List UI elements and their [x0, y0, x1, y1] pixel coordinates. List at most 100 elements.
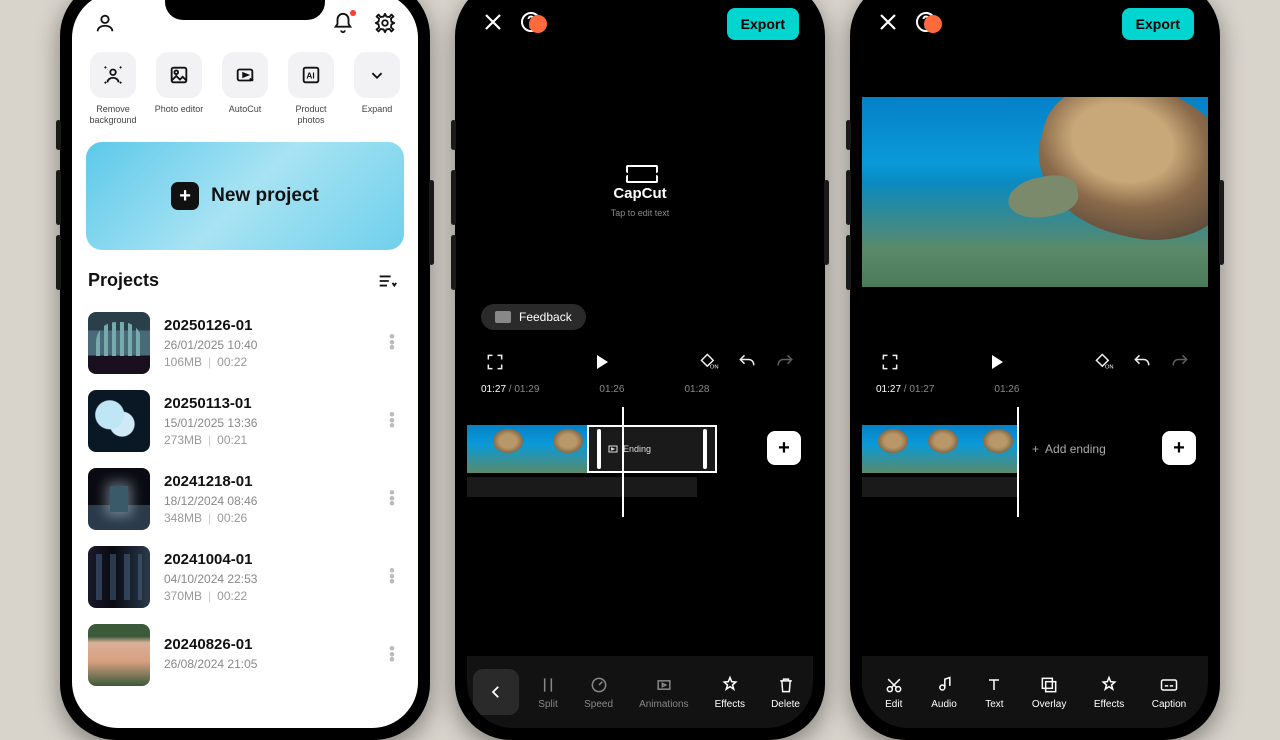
- tool-caption[interactable]: Caption: [1152, 675, 1186, 710]
- project-size: 370MB|00:22: [164, 589, 368, 603]
- profile-icon[interactable]: [90, 8, 120, 38]
- timeline-clip[interactable]: [467, 425, 527, 473]
- keyframe-icon[interactable]: ON: [699, 352, 719, 372]
- project-size: 273MB|00:21: [164, 433, 368, 447]
- project-date: 26/08/2024 21:05: [164, 657, 368, 671]
- project-item[interactable]: 20250126-01 26/01/2025 10:40 106MB|00:22…: [88, 304, 402, 382]
- settings-icon[interactable]: [370, 8, 400, 38]
- project-item[interactable]: 20250113-01 15/01/2025 13:36 273MB|00:21…: [88, 382, 402, 460]
- redo-icon[interactable]: [775, 352, 795, 372]
- preview-area[interactable]: [862, 42, 1208, 342]
- plus-icon: +: [171, 182, 199, 210]
- project-item[interactable]: 20241004-01 04/10/2024 22:53 370MB|00:22…: [88, 538, 402, 616]
- export-button[interactable]: Export: [727, 8, 799, 40]
- phone-editor-selected: Export CapCut Tap to edit text Feedback …: [455, 0, 825, 740]
- export-button[interactable]: Export: [1122, 8, 1194, 40]
- plus-icon: +: [1032, 442, 1039, 456]
- project-item[interactable]: 20240826-01 26/08/2024 21:05 • • •: [88, 616, 402, 694]
- preview-area[interactable]: CapCut Tap to edit text Feedback: [467, 42, 813, 342]
- tools-row: Remove background Photo editor AutoCut A…: [72, 40, 418, 126]
- tool-split[interactable]: Split: [538, 675, 558, 710]
- timeline-clip[interactable]: [862, 425, 912, 473]
- notifications-icon[interactable]: [328, 8, 358, 38]
- fullscreen-icon[interactable]: [485, 352, 505, 372]
- playback-controls: ON: [862, 342, 1208, 382]
- timeline-audio-track[interactable]: [862, 477, 1017, 497]
- capcut-logo-icon: [626, 167, 654, 181]
- timeline-clip-selected[interactable]: Ending: [587, 425, 717, 473]
- project-thumbnail: [88, 546, 150, 608]
- tool-autocut[interactable]: AutoCut: [216, 52, 274, 126]
- tool-edit[interactable]: Edit: [884, 675, 904, 710]
- play-button[interactable]: [597, 355, 608, 369]
- more-icon[interactable]: • • •: [382, 334, 402, 350]
- trim-handle-right[interactable]: [703, 429, 707, 469]
- more-icon[interactable]: • • •: [382, 568, 402, 584]
- project-title: 20241004-01: [164, 551, 368, 568]
- more-icon[interactable]: • • •: [382, 412, 402, 428]
- timeline-clip[interactable]: [912, 425, 962, 473]
- tool-photo-editor[interactable]: Photo editor: [150, 52, 208, 126]
- new-project-label: New project: [211, 185, 319, 207]
- bottom-toolbar: Edit Audio Text Overlay Effects Caption: [862, 656, 1208, 728]
- tool-expand[interactable]: Expand: [348, 52, 406, 126]
- new-project-button[interactable]: + New project: [86, 142, 404, 250]
- project-thumbnail: [88, 468, 150, 530]
- tool-speed[interactable]: Speed: [584, 675, 613, 710]
- tool-delete[interactable]: Delete: [771, 675, 800, 710]
- timeline[interactable]: + Add ending +: [862, 397, 1208, 517]
- sort-icon[interactable]: [372, 266, 402, 296]
- timeline-clip[interactable]: [962, 425, 1017, 473]
- keyframe-icon[interactable]: ON: [1094, 352, 1114, 372]
- tool-audio[interactable]: Audio: [931, 675, 957, 710]
- playhead[interactable]: [1017, 407, 1019, 517]
- fullscreen-icon[interactable]: [880, 352, 900, 372]
- project-title: 20240826-01: [164, 636, 368, 653]
- time-ruler: 01:27 / 01:29 01:26 01:28: [467, 382, 813, 397]
- tool-label: Product photos: [282, 104, 340, 126]
- tool-remove-background[interactable]: Remove background: [84, 52, 142, 126]
- add-clip-button[interactable]: +: [1162, 431, 1196, 465]
- project-title: 20241218-01: [164, 473, 368, 490]
- clip-label: Ending: [623, 444, 651, 454]
- project-size: 106MB|00:22: [164, 355, 368, 369]
- play-button[interactable]: [992, 355, 1003, 369]
- close-icon[interactable]: [876, 10, 900, 39]
- close-icon[interactable]: [481, 10, 505, 39]
- project-item[interactable]: 20241218-01 18/12/2024 08:46 348MB|00:26…: [88, 460, 402, 538]
- svg-text:ON: ON: [710, 365, 719, 371]
- tool-label: Photo editor: [150, 104, 208, 115]
- projects-title: Projects: [88, 270, 159, 291]
- project-date: 04/10/2024 22:53: [164, 572, 368, 586]
- timeline[interactable]: Ending +: [467, 397, 813, 517]
- tap-hint[interactable]: Tap to edit text: [611, 208, 670, 218]
- project-size: 348MB|00:26: [164, 511, 368, 525]
- more-icon[interactable]: • • •: [382, 646, 402, 662]
- project-title: 20250113-01: [164, 395, 368, 412]
- phone-home: Remove background Photo editor AutoCut A…: [60, 0, 430, 740]
- tool-effects[interactable]: Effects: [715, 675, 745, 710]
- timeline-audio-track[interactable]: [467, 477, 697, 497]
- tool-effects[interactable]: Effects: [1094, 675, 1124, 710]
- trim-handle-left[interactable]: [597, 429, 601, 469]
- feedback-button[interactable]: Feedback: [481, 304, 586, 330]
- add-clip-button[interactable]: +: [767, 431, 801, 465]
- project-date: 26/01/2025 10:40: [164, 338, 368, 352]
- project-date: 18/12/2024 08:46: [164, 494, 368, 508]
- timeline-clip[interactable]: [527, 425, 587, 473]
- bottom-toolbar: Split Speed Animations Effects Delete: [467, 656, 813, 728]
- time-tick: 01:26: [994, 384, 1019, 395]
- undo-icon[interactable]: [737, 352, 757, 372]
- back-button[interactable]: [473, 669, 519, 715]
- redo-icon[interactable]: [1170, 352, 1190, 372]
- more-icon[interactable]: • • •: [382, 490, 402, 506]
- time-ruler: 01:27 / 01:27 01:26: [862, 382, 1208, 397]
- playhead[interactable]: [622, 407, 624, 517]
- tool-text[interactable]: Text: [984, 675, 1004, 710]
- preview-video-frame: [862, 97, 1208, 287]
- add-ending-button[interactable]: + Add ending: [1022, 425, 1106, 473]
- tool-animations[interactable]: Animations: [639, 675, 688, 710]
- tool-overlay[interactable]: Overlay: [1032, 675, 1066, 710]
- undo-icon[interactable]: [1132, 352, 1152, 372]
- tool-product-photos[interactable]: AI Product photos: [282, 52, 340, 126]
